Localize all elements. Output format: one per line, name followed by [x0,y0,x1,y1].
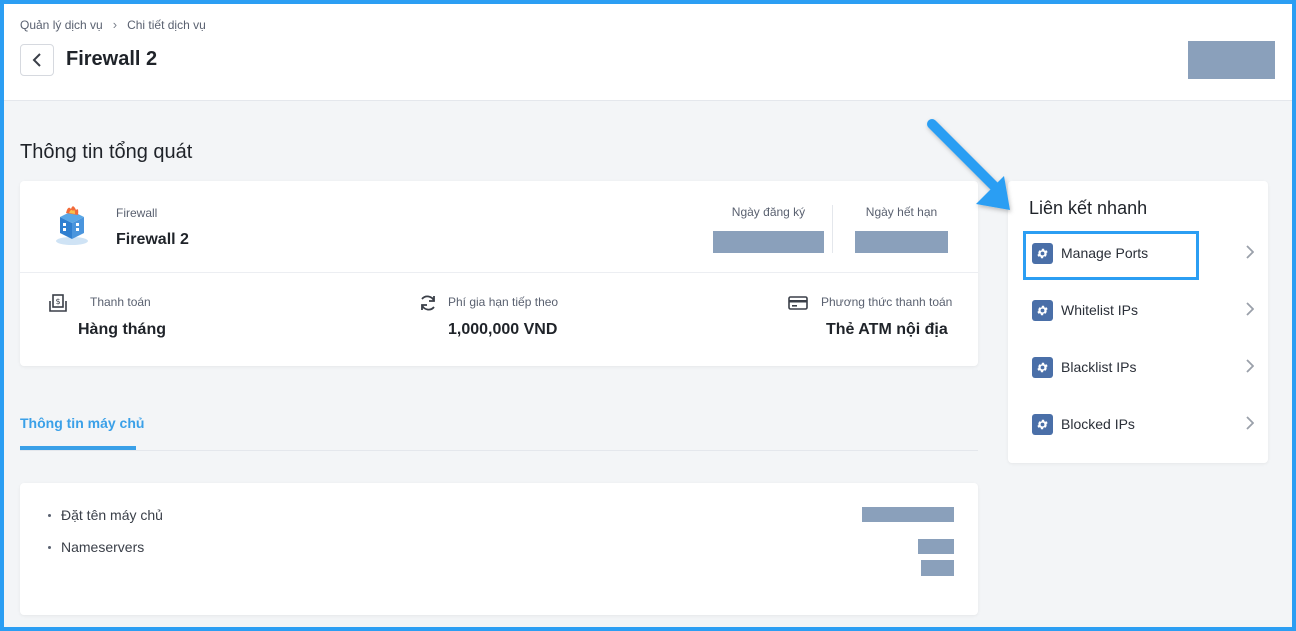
firewall-icon [56,206,88,245]
chevron-right-icon [1246,302,1254,316]
billing-value: Hàng tháng [78,321,166,338]
quick-link-label: Blacklist IPs [1061,359,1137,375]
refresh-icon [421,295,435,311]
svg-text:$: $ [55,297,60,306]
manage-ports-highlight-box [1023,231,1199,280]
service-summary: Firewall Firewall 2 Ngày đăng ký Ngày hế… [20,181,978,273]
renewal-value: 1,000,000 VND [448,321,558,338]
registration-date: Ngày đăng ký [713,205,824,253]
chevron-right-icon [1246,245,1254,259]
hostname-row: Đặt tên máy chủ [48,507,163,523]
hostname-label: Đặt tên máy chủ [61,507,163,523]
quick-link-blocked-ips[interactable]: Blocked IPs [1022,402,1258,446]
registration-date-label: Ngày đăng ký [731,205,806,219]
page-title: Firewall 2 [66,48,158,70]
breadcrumb-current: Chi tiết dịch vụ [127,17,206,32]
service-type-label: Firewall [116,206,158,220]
quick-link-label: Blocked IPs [1061,416,1135,432]
bullet-icon [48,545,51,549]
service-name: Firewall 2 [116,231,189,248]
payment-label: Phương thức thanh toán [821,295,953,309]
quick-link-whitelist-ips[interactable]: Whitelist IPs [1022,288,1258,332]
main-content: Thông tin tổng quát Firewall Firewall 2 … [4,101,1292,627]
nameservers-row: Nameservers [48,539,144,555]
quick-links-card: Liên kết nhanh Manage Ports Whitelist IP… [1008,181,1268,463]
breadcrumb-parent-link[interactable]: Quản lý dịch vụ [20,18,103,32]
quick-links-title: Liên kết nhanh [1029,198,1148,218]
credit-card-icon [788,296,808,310]
overview-card: Firewall Firewall 2 Ngày đăng ký Ngày hế… [20,181,978,366]
bullet-icon [48,513,51,517]
invoice-icon: $ [49,294,67,312]
tab-bar: Thông tin máy chủ [20,401,978,451]
breadcrumb: Quản lý dịch vụ › Chi tiết dịch vụ [20,17,206,32]
quick-link-blacklist-ips[interactable]: Blacklist IPs [1022,345,1258,389]
payment-value: Thẻ ATM nội địa [826,321,948,338]
gear-icon [1032,356,1053,378]
gear-icon [1032,413,1053,435]
chevron-right-icon: › [112,17,118,32]
active-tab-indicator [20,446,136,450]
nameserver-2-redacted [921,560,954,576]
expiry-date-redacted [855,231,948,253]
page-header: Quản lý dịch vụ › Chi tiết dịch vụ Firew… [4,4,1292,101]
redacted-header-action[interactable] [1188,41,1275,79]
chevron-left-icon [32,53,41,67]
server-info-card: Đặt tên máy chủ Nameservers [20,483,978,615]
renewal-label: Phí gia hạn tiếp theo [448,295,559,309]
billing-label: Thanh toán [90,295,151,309]
back-button[interactable] [20,44,54,76]
chevron-right-icon [1246,359,1254,373]
registration-date-redacted [713,231,824,253]
nameservers-label: Nameservers [61,539,145,555]
gear-icon [1032,299,1053,321]
overview-section-title: Thông tin tổng quát [20,141,193,163]
callout-arrow-icon [927,119,1010,210]
divider [832,205,833,253]
tab-server-info[interactable]: Thông tin máy chủ [20,415,144,445]
chevron-right-icon [1246,416,1254,430]
quick-link-label: Whitelist IPs [1061,302,1139,318]
hostname-value-redacted [862,507,954,522]
nameserver-1-redacted [918,539,954,554]
